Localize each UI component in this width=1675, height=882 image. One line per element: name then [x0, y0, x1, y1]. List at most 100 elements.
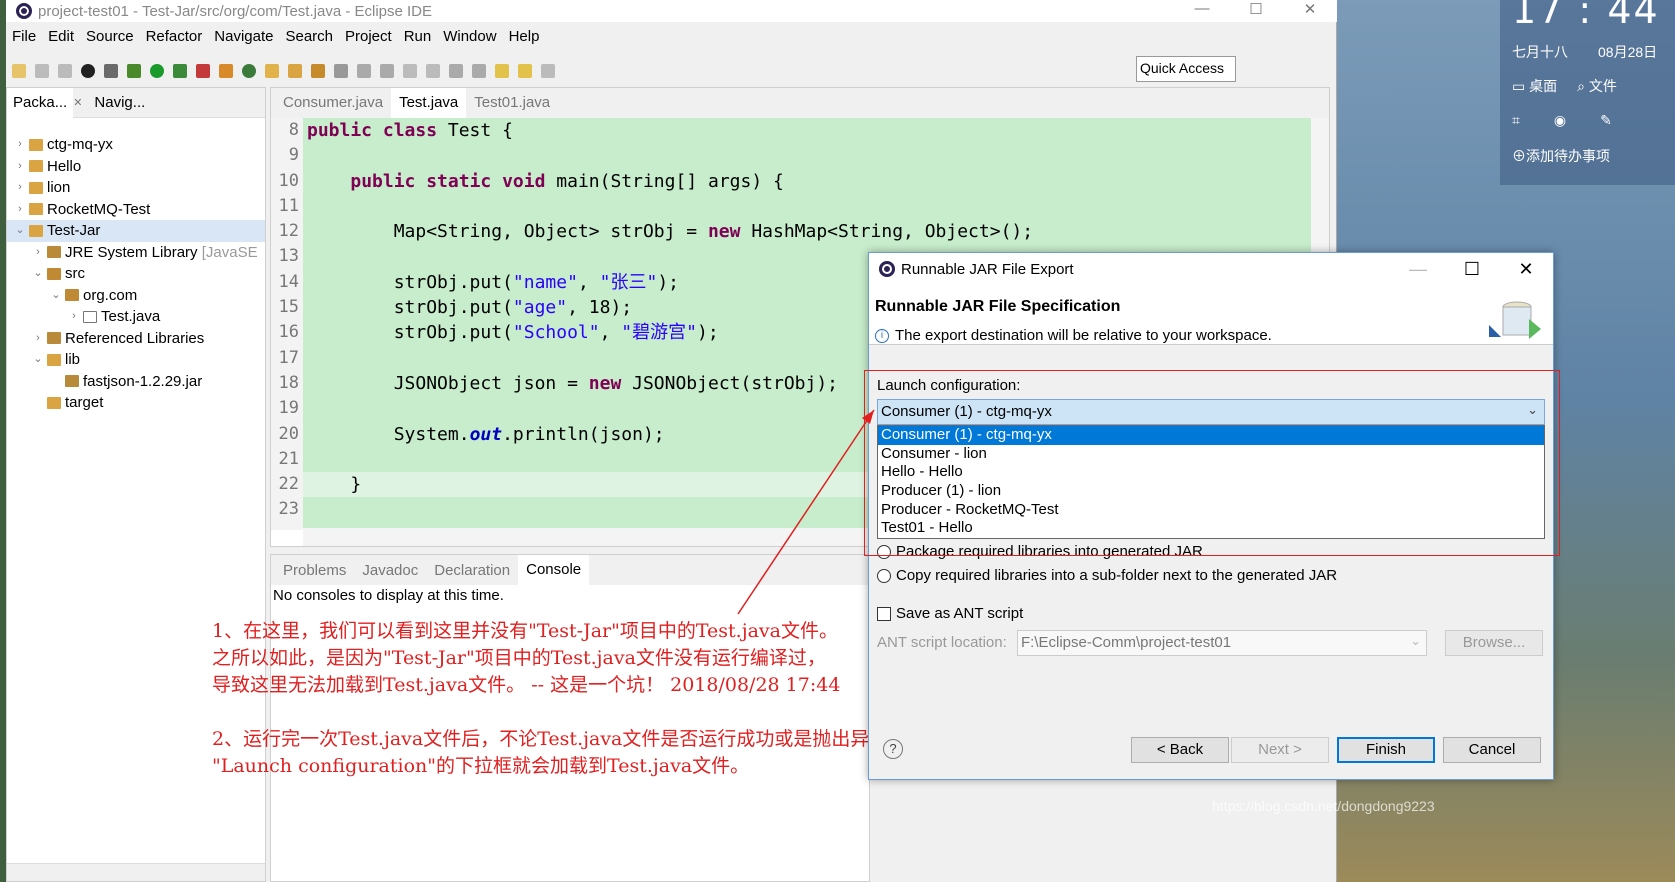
debug-icon[interactable]	[127, 64, 141, 78]
browse-button[interactable]: Browse...	[1445, 630, 1543, 656]
dialog-close-button[interactable]: ✕	[1499, 253, 1553, 285]
tree-item[interactable]: › Referenced Libraries	[7, 328, 265, 350]
copy-libraries-radio[interactable]: Copy required libraries into a sub-folde…	[877, 567, 1337, 584]
ant-script-location-field[interactable]: F:\Eclipse-Comm\project-test01 ⌄	[1017, 630, 1427, 656]
window-title: project-test01 - Test-Jar/src/org/com/Te…	[38, 2, 433, 20]
line-number: 18	[278, 372, 299, 393]
new-icon[interactable]	[12, 64, 26, 78]
next-button[interactable]: Next >	[1231, 737, 1329, 763]
code-line: Map<String, Object> strObj = new HashMap…	[307, 221, 1034, 243]
eclipse-icon	[16, 3, 32, 19]
line-number: 11	[278, 195, 299, 216]
tree-item[interactable]: › Test.java	[7, 306, 265, 328]
console-message: No consoles to display at this time.	[273, 587, 504, 604]
cancel-button[interactable]: Cancel	[1443, 737, 1541, 763]
line-number-gutter: 8 9 10 11 12 13 14 15 16 17 18 19 20 21 …	[271, 118, 303, 530]
tab-console[interactable]: Console	[518, 555, 590, 585]
edit-icon[interactable]: ✎	[1600, 112, 1612, 129]
minimize-button[interactable]: —	[1175, 0, 1229, 18]
next-edit-icon[interactable]	[449, 64, 463, 78]
save-icon[interactable]	[35, 64, 49, 78]
project-tree: › ctg-mq-yx › Hello › lion › RocketMQ-Test ⌄…	[7, 134, 265, 414]
eye-icon[interactable]: ◉	[1554, 112, 1566, 129]
menu-window[interactable]: Window	[437, 26, 502, 50]
crop-icon[interactable]: ⌗	[1512, 112, 1520, 129]
close-icon[interactable]: ✕	[73, 96, 82, 109]
tab-navigator[interactable]: Navig...	[88, 88, 151, 118]
tree-item-selected[interactable]: ⌄ Test-Jar	[7, 220, 265, 242]
menu-edit[interactable]: Edit	[42, 26, 80, 50]
help-icon[interactable]: ?	[883, 739, 903, 759]
tree-item[interactable]: › lion	[7, 177, 265, 199]
quick-access-field[interactable]: Quick Access	[1136, 56, 1236, 82]
horizontal-scrollbar[interactable]	[7, 863, 265, 881]
profile-icon[interactable]	[81, 64, 95, 78]
run-icon[interactable]	[150, 64, 164, 78]
annotation-line: "Launch configuration"的下拉框就会加载到Test.java…	[212, 755, 750, 777]
skip-breakpoints-icon[interactable]	[104, 64, 118, 78]
desk-shortcut[interactable]: ▭ 桌面	[1512, 76, 1557, 96]
coverage-icon[interactable]	[173, 64, 187, 78]
jar-export-icon	[1489, 301, 1541, 339]
annotation-prev-icon[interactable]	[380, 64, 394, 78]
forward-icon[interactable]	[541, 64, 555, 78]
menu-search[interactable]: Search	[279, 26, 339, 50]
search-icon[interactable]	[311, 64, 325, 78]
toggle-mark-icon[interactable]	[403, 64, 417, 78]
tree-item[interactable]: › JRE System Library [JavaSE	[7, 242, 265, 264]
menu-file[interactable]: File	[6, 26, 42, 50]
menu-run[interactable]: Run	[398, 26, 438, 50]
open-folder-icon[interactable]	[288, 64, 302, 78]
file-search-shortcut[interactable]: ⌕ 文件	[1577, 76, 1617, 96]
tree-item[interactable]: › Hello	[7, 156, 265, 178]
pin-icon[interactable]	[334, 64, 348, 78]
line-number: 22	[278, 474, 299, 495]
dialog-title: Runnable JAR File Export	[901, 260, 1074, 278]
prev-edit-icon[interactable]	[472, 64, 486, 78]
tree-item[interactable]: fastjson-1.2.29.jar	[7, 371, 265, 393]
line-number: 19	[278, 398, 299, 419]
show-whitespace-icon[interactable]	[426, 64, 440, 78]
save-all-icon[interactable]	[58, 64, 72, 78]
open-type-icon[interactable]	[265, 64, 279, 78]
maximize-button[interactable]: ☐	[1229, 0, 1283, 18]
tree-item[interactable]: › RocketMQ-Test	[7, 199, 265, 221]
menu-navigate[interactable]: Navigate	[208, 26, 279, 50]
back-icon[interactable]	[518, 64, 532, 78]
menu-refactor[interactable]: Refactor	[140, 26, 209, 50]
annotation-line: 1、在这里，我们可以看到这里并没有"Test-Jar"项目中的Test.java…	[212, 620, 838, 642]
add-todo-button[interactable]: ⊕添加待办事项	[1512, 146, 1610, 166]
save-ant-script-checkbox[interactable]: Save as ANT script	[877, 605, 1023, 622]
dialog-minimize-button[interactable]: —	[1391, 253, 1445, 285]
tree-item[interactable]: ⌄ lib	[7, 349, 265, 371]
finish-button[interactable]: Finish	[1337, 737, 1435, 763]
desktop-clock-widget: 17 : 44 七月十八 08月28日 ▭ 桌面 ⌕ 文件 ⌗ ◉ ✎ ⊕添加待…	[1500, 0, 1675, 185]
tab-declaration[interactable]: Declaration	[426, 562, 518, 579]
tree-item[interactable]: ⌄ org.com	[7, 285, 265, 307]
chevron-down-icon: ⌄	[1410, 633, 1421, 648]
line-number: 13	[278, 246, 299, 267]
back-button[interactable]: < Back	[1131, 737, 1229, 763]
tree-item[interactable]: target	[7, 392, 265, 414]
tab-test01-java[interactable]: Test01.java	[466, 88, 558, 118]
external-tools-icon[interactable]	[196, 64, 210, 78]
close-button[interactable]: ✕	[1283, 0, 1337, 18]
tree-item[interactable]: › ctg-mq-yx	[7, 134, 265, 156]
tab-package-explorer[interactable]: Packa...	[7, 87, 74, 118]
menu-help[interactable]: Help	[503, 26, 546, 50]
tab-consumer-java[interactable]: Consumer.java	[275, 88, 391, 118]
tree-item[interactable]: ⌄ src	[7, 263, 265, 285]
new-package-icon[interactable]	[242, 64, 256, 78]
dialog-maximize-button[interactable]: ☐	[1445, 253, 1499, 285]
tab-test-java[interactable]: Test.java	[391, 88, 467, 118]
annotation-next-icon[interactable]	[357, 64, 371, 78]
line-number: 20	[278, 423, 299, 444]
menu-project[interactable]: Project	[339, 26, 398, 50]
tab-problems[interactable]: Problems	[275, 562, 354, 579]
title-bar: project-test01 - Test-Jar/src/org/com/Te…	[6, 0, 1337, 22]
watermark: https://blog.csdn.net/dongdong9223	[1212, 798, 1435, 814]
tab-javadoc[interactable]: Javadoc	[354, 562, 426, 579]
last-edit-icon[interactable]	[495, 64, 509, 78]
menu-source[interactable]: Source	[80, 26, 140, 50]
new-java-project-icon[interactable]	[219, 64, 233, 78]
